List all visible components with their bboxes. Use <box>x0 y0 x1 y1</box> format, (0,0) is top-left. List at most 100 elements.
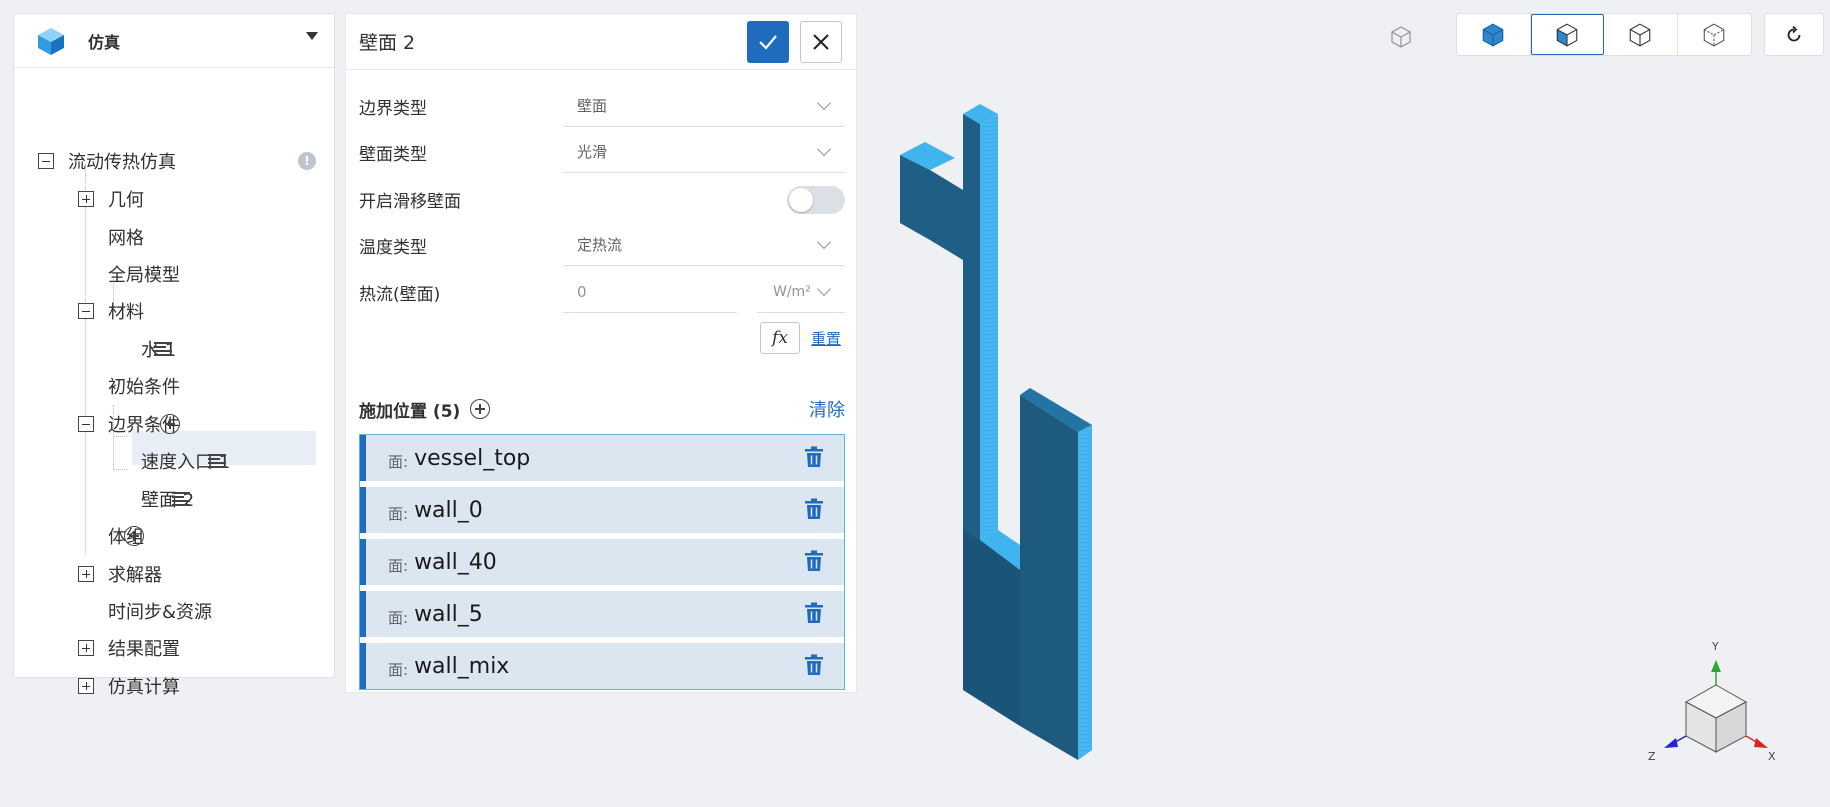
tree-item-global-model[interactable]: 全局模型 <box>108 255 180 293</box>
axis-label-z: Z <box>1648 750 1656 763</box>
slip-wall-row: 开启滑移壁面 <box>359 178 845 220</box>
select-value: 光滑 <box>577 143 608 161</box>
tree-item-label: 求解器 <box>108 565 162 586</box>
expand-icon[interactable] <box>78 566 94 582</box>
cube-logo-icon <box>38 27 64 55</box>
face-list: 面: vessel_top 面: wall_0 面: wall_40 面: wall_5 面: w… <box>359 434 845 690</box>
add-circle-icon[interactable] <box>160 414 180 434</box>
face-prefix: 面: <box>388 504 409 523</box>
expand-icon[interactable] <box>78 678 94 694</box>
slip-wall-label: 开启滑移壁面 <box>359 191 461 212</box>
tree-item-label: 初始条件 <box>108 377 180 398</box>
axis-label-y: Y <box>1711 640 1719 653</box>
tree-item-materials[interactable]: 材料 <box>78 292 144 330</box>
reset-link[interactable]: 重置 <box>811 328 841 349</box>
expand-icon[interactable] <box>78 640 94 656</box>
tree-item-root[interactable]: 流动传热仿真 ! <box>38 142 336 180</box>
model-face <box>980 114 998 540</box>
trash-icon[interactable] <box>804 550 824 572</box>
simulation-tree-panel: 仿真 流动传热仿真 ! 几何 网格 全局模型 材料 水 1 <box>13 13 336 698</box>
menu-icon[interactable] <box>208 454 227 468</box>
input-placeholder: 0 <box>577 282 587 301</box>
project-header[interactable]: 仿真 <box>14 14 334 68</box>
check-icon <box>759 35 777 50</box>
solid-view-button[interactable] <box>1457 14 1531 55</box>
tree-item-wall[interactable]: 壁面 2 <box>141 480 336 518</box>
trash-icon[interactable] <box>804 602 824 624</box>
close-icon <box>813 34 829 50</box>
tree-item-initial-conditions[interactable]: 初始条件 <box>108 367 180 405</box>
wireframe-view-button[interactable] <box>1604 14 1678 55</box>
expand-icon[interactable] <box>78 191 94 207</box>
add-circle-icon[interactable] <box>470 399 491 419</box>
face-item[interactable]: 面: wall_5 <box>360 591 844 637</box>
cube-outline-icon <box>1391 26 1411 48</box>
close-button[interactable] <box>800 21 842 63</box>
transparent-view-button[interactable] <box>1678 14 1752 55</box>
heat-flux-input[interactable]: 0 <box>563 271 737 313</box>
tree-item-volume-group[interactable]: 体组 <box>108 517 336 555</box>
tree-item-mesh[interactable]: 网格 <box>108 218 144 256</box>
temp-type-select[interactable]: 定热流 <box>563 224 845 266</box>
trash-icon[interactable] <box>804 446 824 468</box>
boundary-type-select[interactable]: 壁面 <box>563 85 845 127</box>
boundary-properties-panel: 壁面 2 边界类型 壁面 壁面类型 光滑 开启滑移壁面 温度类型 定热流 热流(… <box>345 13 857 693</box>
tree-item-label: 几何 <box>108 190 144 211</box>
apply-location-title: 施加位置 (5) <box>359 401 461 422</box>
warning-icon: ! <box>298 152 316 170</box>
boundary-type-row: 边界类型 壁面 <box>359 85 845 127</box>
unit-value: W/m² <box>773 283 811 300</box>
wall-type-label: 壁面类型 <box>359 144 427 165</box>
reset-view-button[interactable] <box>1764 13 1824 56</box>
transparent-cube-icon <box>1703 23 1725 46</box>
confirm-button[interactable] <box>747 21 789 63</box>
temp-type-row: 温度类型 定热流 <box>359 224 845 266</box>
tree-item-water[interactable]: 水 1 <box>141 330 336 368</box>
axis-gizmo[interactable]: Y X Z <box>1640 640 1780 770</box>
wall-type-select[interactable]: 光滑 <box>563 131 845 173</box>
menu-icon[interactable] <box>172 492 191 506</box>
tree-item-timestep[interactable]: 时间步&资源 <box>108 592 212 630</box>
formula-button[interactable]: fx <box>760 322 800 354</box>
heat-flux-unit-select[interactable]: W/m² <box>757 271 845 313</box>
tree-item-sim-compute[interactable]: 仿真计算 <box>78 667 180 705</box>
model-3d-view[interactable] <box>870 90 1140 770</box>
axis-arrow-z <box>1664 738 1678 748</box>
menu-icon[interactable] <box>154 342 173 356</box>
trash-icon[interactable] <box>804 654 824 676</box>
heat-flux-row: 热流(壁面) 0 W/m² <box>359 271 845 313</box>
wireframe-cube-icon <box>1629 23 1651 46</box>
collapse-icon[interactable] <box>78 416 94 432</box>
solid-edges-view-button[interactable] <box>1530 14 1604 55</box>
face-item[interactable]: 面: wall_0 <box>360 487 844 533</box>
tree-item-velocity-inlet[interactable]: 速度入口 1 <box>141 442 336 480</box>
wall-type-row: 壁面类型 光滑 <box>359 131 845 173</box>
view-cube-button[interactable] <box>1383 19 1419 55</box>
clear-link[interactable]: 清除 <box>809 396 845 422</box>
face-item[interactable]: 面: wall_mix <box>360 643 844 689</box>
trash-icon[interactable] <box>804 498 824 520</box>
add-circle-icon[interactable] <box>124 526 144 546</box>
tree-item-solver[interactable]: 求解器 <box>78 555 162 593</box>
tree-item-label: 结果配置 <box>108 639 180 660</box>
face-name: wall_mix <box>414 653 510 679</box>
axis-label-x: X <box>1768 750 1776 763</box>
face-name: vessel_top <box>414 445 531 471</box>
face-prefix: 面: <box>388 556 409 575</box>
face-item[interactable]: 面: vessel_top <box>360 435 844 481</box>
solid-cube-icon <box>1482 23 1504 46</box>
collapse-icon[interactable] <box>78 303 94 319</box>
tree-item-geometry[interactable]: 几何 <box>78 180 144 218</box>
panel-title: 壁面 2 <box>359 32 416 54</box>
tree-item-label: 时间步&资源 <box>108 602 213 623</box>
display-mode-toolbar <box>1456 13 1752 56</box>
collapse-icon[interactable] <box>38 153 54 169</box>
dropdown-caret-icon[interactable] <box>306 32 318 40</box>
tree-item-result-config[interactable]: 结果配置 <box>78 629 180 667</box>
slip-wall-toggle[interactable] <box>787 186 845 214</box>
face-name: wall_5 <box>414 601 483 627</box>
face-item[interactable]: 面: wall_40 <box>360 539 844 585</box>
tree-item-boundary-conditions[interactable]: 边界条件 <box>78 405 336 443</box>
axis-arrow-x <box>1754 738 1768 748</box>
axis-arrow-y <box>1711 660 1721 672</box>
